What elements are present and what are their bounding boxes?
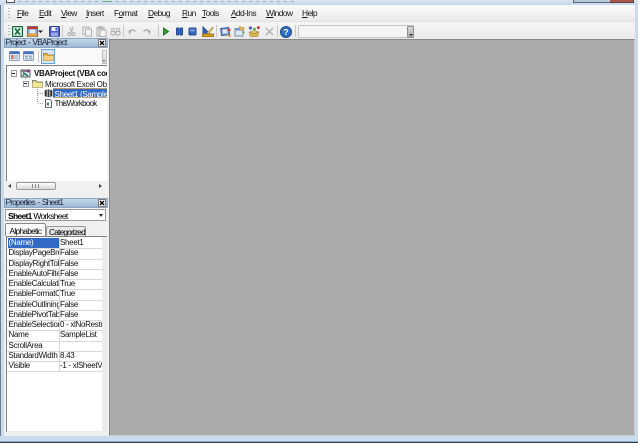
svg-text:?: ? [283, 27, 288, 37]
